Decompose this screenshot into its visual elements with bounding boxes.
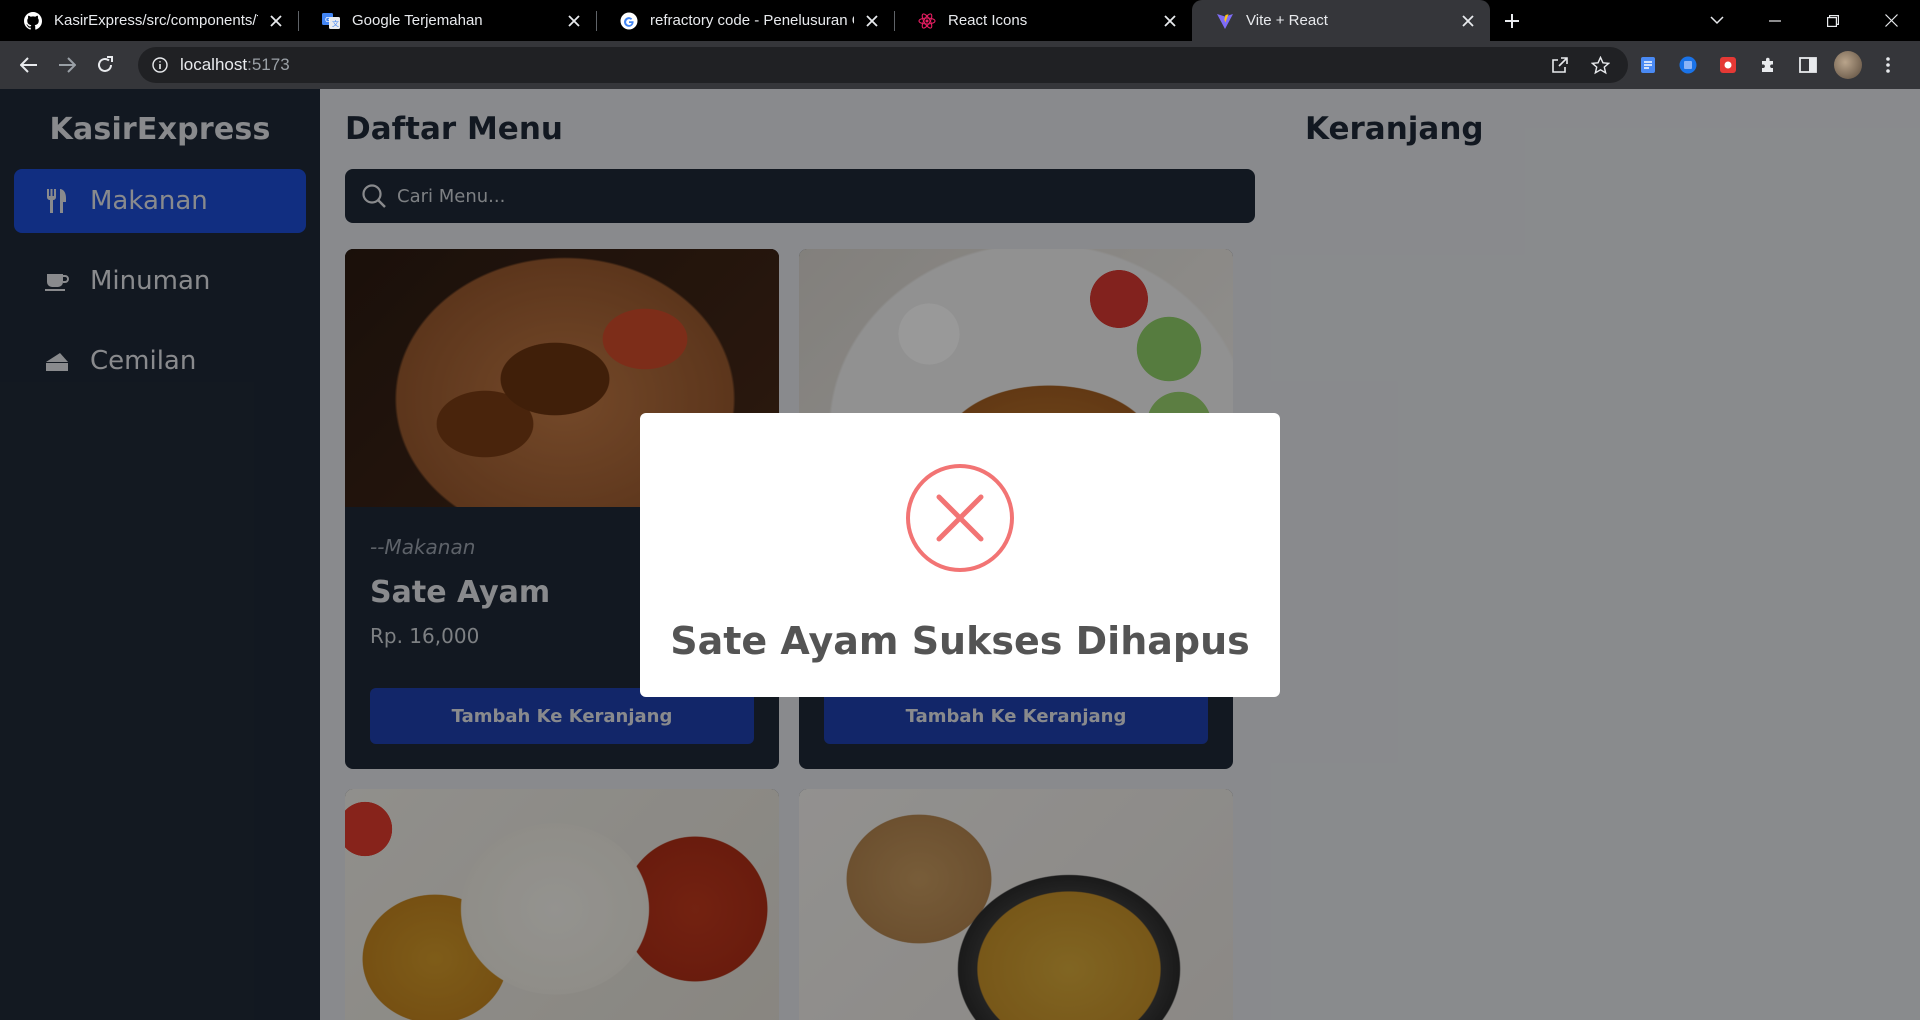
minimize-icon <box>1769 19 1781 22</box>
close-tab-icon[interactable] <box>1458 11 1478 31</box>
back-button[interactable] <box>10 46 48 84</box>
tab-title: React Icons <box>948 12 1028 29</box>
arrow-left-icon <box>20 57 37 73</box>
share-icon[interactable] <box>1546 51 1574 79</box>
tab-title: KasirExpress/src/components/Tot <box>54 12 258 29</box>
arrow-right-icon <box>59 57 76 73</box>
restore-icon <box>1827 14 1839 27</box>
alert-modal: Sate Ayam Sukses Dihapus <box>640 413 1280 697</box>
tab-title: Google Terjemahan <box>352 12 483 29</box>
browser-toolbar: localhost:5173 <box>0 41 1920 89</box>
minimize-button[interactable] <box>1746 0 1804 41</box>
more-vertical-icon <box>1886 57 1890 73</box>
new-tab-button[interactable] <box>1490 0 1534 41</box>
url-port: :5173 <box>247 55 290 74</box>
browser-tab-react-icons[interactable]: React Icons <box>894 0 1192 41</box>
tab-title: refractory code - Penelusuran Go <box>650 12 854 29</box>
close-tab-icon[interactable] <box>266 11 286 31</box>
close-window-button[interactable] <box>1862 0 1920 41</box>
avatar <box>1834 51 1862 79</box>
tab-title: Vite + React <box>1246 12 1328 29</box>
close-icon <box>1884 14 1898 27</box>
close-tab-icon[interactable] <box>862 11 882 31</box>
tab-search-button[interactable] <box>1688 0 1746 41</box>
chevron-down-icon <box>1710 16 1724 25</box>
google-translate-icon: G文 <box>322 12 340 30</box>
url-host: localhost <box>180 55 248 74</box>
reload-icon <box>98 56 113 72</box>
react-icon <box>918 12 936 30</box>
site-info-icon[interactable] <box>152 57 168 73</box>
extension-red-icon[interactable] <box>1708 46 1748 84</box>
svg-text:G: G <box>325 16 330 24</box>
profile-avatar[interactable] <box>1828 46 1868 84</box>
browser-tab-vite-react[interactable]: Vite + React <box>1192 0 1490 41</box>
forward-button[interactable] <box>48 46 86 84</box>
extension-docs-icon[interactable] <box>1628 46 1668 84</box>
close-tab-icon[interactable] <box>564 11 584 31</box>
svg-text:文: 文 <box>332 19 339 28</box>
vite-icon <box>1216 12 1234 30</box>
browser-menu-button[interactable] <box>1868 46 1908 84</box>
address-bar[interactable]: localhost:5173 <box>138 47 1628 83</box>
browser-tab-google-translate[interactable]: G文 Google Terjemahan <box>298 0 596 41</box>
modal-title: Sate Ayam Sukses Dihapus <box>670 619 1250 663</box>
close-tab-icon[interactable] <box>1160 11 1180 31</box>
extensions-puzzle-icon[interactable] <box>1748 46 1788 84</box>
google-icon <box>620 12 638 30</box>
browser-tab-google-search[interactable]: refractory code - Penelusuran Go <box>596 0 894 41</box>
github-icon <box>24 11 42 30</box>
restore-button[interactable] <box>1804 0 1862 41</box>
error-x-icon <box>906 464 1014 572</box>
window-controls <box>1688 0 1920 41</box>
plus-icon <box>1505 13 1519 28</box>
side-panel-icon[interactable] <box>1788 46 1828 84</box>
browser-tab-bar: KasirExpress/src/components/Tot G文 Googl… <box>0 0 1920 41</box>
reload-button[interactable] <box>86 46 124 84</box>
bookmark-star-icon[interactable] <box>1586 51 1614 79</box>
browser-tab-github[interactable]: KasirExpress/src/components/Tot <box>0 0 298 41</box>
extension-blue-icon[interactable] <box>1668 46 1708 84</box>
